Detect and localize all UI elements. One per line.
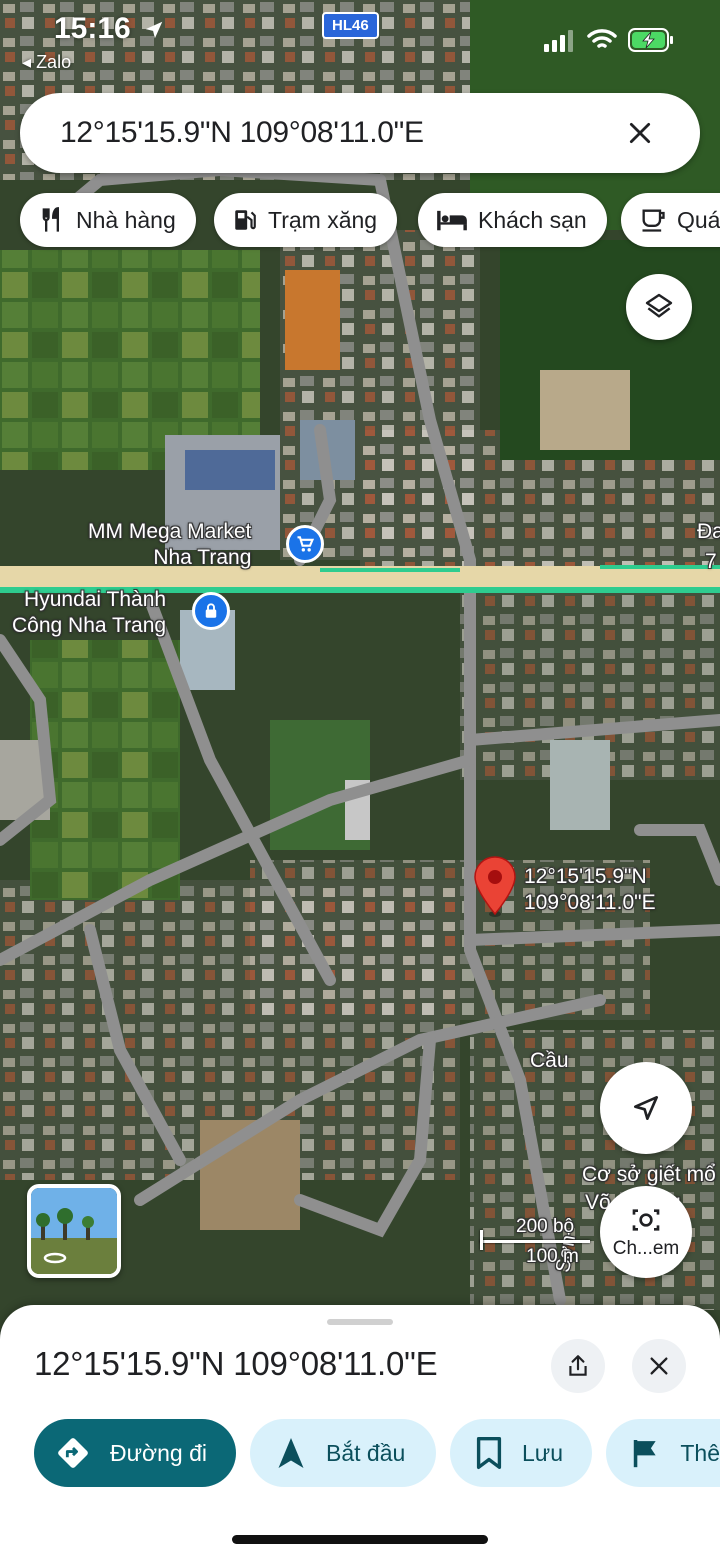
navigation-arrow-icon [634,1096,658,1120]
chip-cafes-label: Quá [677,206,720,233]
layers-icon [645,293,673,318]
poi-hyundai-line1: Hyundai Thành [24,588,167,611]
chip-gas-stations[interactable]: Trạm xăng [214,193,398,247]
gas-station-icon [235,210,256,230]
clear-search-button[interactable] [620,113,660,153]
hotel-icon [437,210,467,231]
layers-button[interactable] [626,274,692,340]
pin-label-lng: 109°08'11.0"E [524,891,656,914]
status-time: 15:16 [54,12,165,46]
place-title: 12°15'15.9"N 109°08'11.0"E [34,1345,438,1382]
start-button[interactable]: Bắt đầu [250,1419,436,1487]
poi-mega-market-line2: Nha Trang [153,546,252,569]
back-to-app-link[interactable]: ◂ Zalo [22,52,71,73]
shopping-cart-icon[interactable] [286,525,324,563]
share-button[interactable] [551,1339,605,1393]
wifi-icon [587,29,617,48]
directions-icon [58,1438,88,1468]
camera-icon [632,1209,660,1231]
coffee-icon [642,209,665,232]
scale-metric: 100 m [526,1246,579,1267]
flag-icon [633,1440,656,1468]
bookmark-icon [476,1437,502,1469]
share-icon [569,1355,587,1376]
street-view-thumbnail[interactable] [27,1184,121,1278]
map-edge-label-b: 7 [705,550,717,573]
home-indicator[interactable] [232,1535,488,1544]
poi-mega-market-line1: MM Mega Market [88,520,252,543]
save-button[interactable]: Lưu [450,1419,592,1487]
close-sheet-button[interactable] [632,1339,686,1393]
car-dealer-lock-icon[interactable] [192,592,230,630]
my-location-button[interactable] [600,1062,692,1154]
search-query-text[interactable]: 12°15'15.9"N 109°08'11.0"E [60,116,620,150]
poi-hyundai-label[interactable]: Hyundai Thành Công Nha Trang [12,587,166,639]
sheet-drag-handle[interactable] [327,1319,393,1325]
camera-button-label: Ch...em [612,1238,680,1259]
poi-slaughter-line1: Cơ sở giết mổ [582,1163,716,1186]
restaurant-icon [42,207,59,232]
chip-hotels-label: Khách sạn [478,206,587,233]
bridge-label: Cầu [530,1049,569,1072]
place-bottom-sheet[interactable]: 12°15'15.9"N 109°08'11.0"E Đường đi Bắt … [0,1305,720,1557]
search-bar[interactable]: 12°15'15.9"N 109°08'11.0"E [20,93,700,173]
chip-restaurants-label: Nhà hàng [76,206,176,233]
map-scale-bar: 200 bộ 100 m [480,1214,600,1267]
add-label-button[interactable]: Thê [606,1419,720,1487]
chip-cafes[interactable]: Quá [621,193,720,247]
cellular-signal-icon [544,30,573,52]
camera-search-button[interactable]: Ch...em [600,1186,692,1278]
back-app-label: Zalo [36,52,72,72]
directions-label: Đường đi [110,1439,207,1466]
save-label: Lưu [522,1439,563,1466]
navigation-start-icon [278,1438,304,1468]
close-icon [650,1357,668,1375]
chip-hotels[interactable]: Khách sạn [418,193,607,247]
pin-label-lat: 12°15'15.9"N [524,865,647,888]
pin-coordinate-label: 12°15'15.9"N 109°08'11.0"E [524,864,656,916]
back-chevron-icon: ◂ [22,52,32,72]
close-icon [629,122,651,144]
add-label-text: Thê [680,1439,720,1466]
status-bar: 15:16 ◂ Zalo HL46 [0,0,720,80]
directions-button[interactable]: Đường đi [34,1419,236,1487]
scale-imperial: 200 bộ [516,1216,575,1237]
chip-restaurants[interactable]: Nhà hàng [20,193,196,247]
route-shield-label: HL46 [322,12,379,39]
chip-gas-stations-label: Trạm xăng [268,206,378,233]
battery-charging-icon [628,28,673,52]
location-arrow-icon [145,21,163,39]
start-label: Bắt đầu [326,1439,406,1466]
poi-mega-market-label[interactable]: MM Mega Market Nha Trang [88,519,251,571]
dropped-pin-icon[interactable] [472,856,518,918]
map-edge-label-a: Đa [697,520,720,543]
poi-hyundai-line2: Công Nha Trang [12,614,167,637]
